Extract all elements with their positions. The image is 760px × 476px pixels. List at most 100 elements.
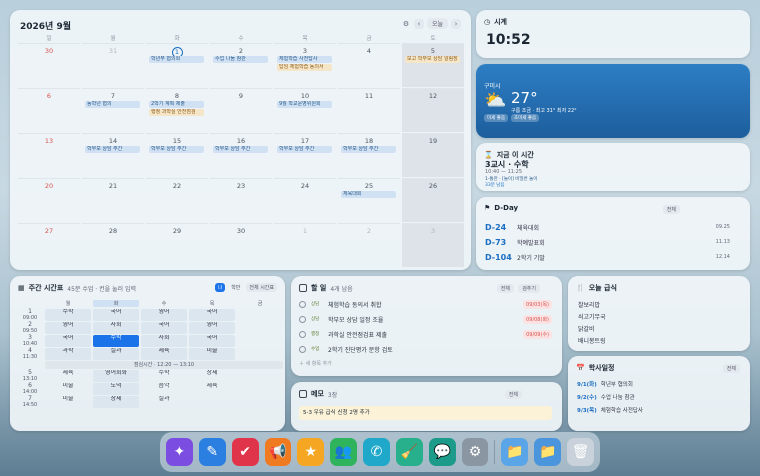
timetable-cell[interactable]: 미술 [189,348,235,360]
timetable-cell[interactable]: 실과 [141,396,187,408]
timetable-cell[interactable]: 체육 [45,370,91,382]
todo-item[interactable]: 상담 체험학습 동의서 취합 09/03(목) [299,298,552,310]
calendar-day[interactable]: 10 9월 학교운영위원회 [274,88,336,132]
calendar-day[interactable]: 1 [274,223,336,267]
calendar-day[interactable]: 2 [338,223,400,267]
timetable-cell[interactable]: 미술 [45,383,91,395]
calendar-day[interactable]: 18 학부모 상담 주간 [338,133,400,177]
timetable-cell[interactable] [237,370,283,382]
calendar-event[interactable]: 답임 체험학습 동의서 [277,64,332,71]
todo-all-button[interactable]: 전체 [496,284,514,293]
todo-item[interactable]: 상담 학부모 상담 일정 조율 09/08(화) [299,313,552,325]
todo-checkbox[interactable] [299,330,306,338]
calendar-day[interactable]: 15 학부모 상담 주간 [146,133,208,177]
timetable-cell[interactable]: 미술 [45,396,91,408]
calendar-day[interactable]: 22 [146,178,208,222]
timetable-cell[interactable]: 창체 [189,370,235,382]
calendar-day[interactable]: 7 동학년 협의 [82,88,144,132]
calendar-day[interactable]: 5 보고 학부모 상담 알림장 [402,43,464,87]
tab-all[interactable]: 전체 시간표 [246,283,277,292]
timetable-cell[interactable] [189,396,235,408]
timetable-cell[interactable] [237,335,283,347]
timetable-cell[interactable] [237,348,283,360]
calendar-day[interactable]: 25 체육대회 [338,178,400,222]
dday-item[interactable]: D-104 2학기 기말 12.14 [485,251,730,263]
prev-month-button[interactable]: ‹ [413,18,424,29]
calendar-day[interactable]: 13 [18,133,80,177]
settings-app-icon[interactable]: ⚙ [461,438,489,466]
next-month-button[interactable]: › [451,18,461,29]
timetable-cell[interactable]: 국어 [45,335,91,347]
calendar-day[interactable]: 3 [402,223,464,267]
calendar-event[interactable]: 학부모 상담 주간 [85,146,140,153]
star-app-icon[interactable]: ★ [297,438,325,466]
todo-checkbox[interactable] [299,300,306,308]
checklist-app-icon[interactable]: ✔ [231,438,259,466]
calendar-day[interactable]: 27 [18,223,80,267]
memo-all-button[interactable]: 전체 [504,390,522,399]
timetable-cell[interactable] [237,383,283,395]
calendar-day[interactable]: 29 [146,223,208,267]
calendar-event[interactable]: 학년부 협의회 [149,56,204,63]
timetable-cell[interactable]: 영어 [45,322,91,334]
calendar-event[interactable]: 9월 학교운영위원회 [277,101,332,108]
dday-all-button[interactable]: 전체 [662,205,680,214]
todo-checkbox[interactable] [299,315,306,323]
clean-app-icon[interactable]: 🧹 [395,438,423,466]
timetable-cell[interactable]: 수학 [141,370,187,382]
calendar-event[interactable]: 학부모 상담 주간 [149,146,204,153]
calendar-event[interactable]: 체험학습 사전답사 [277,56,332,63]
timetable-cell[interactable]: 도덕 [93,383,139,395]
calendar-event[interactable]: 체육대회 [341,191,396,198]
calendar-day[interactable]: 28 [82,223,144,267]
megaphone-app-icon[interactable]: 📢 [264,438,292,466]
calendar-day[interactable]: 31 [82,43,144,87]
calendar-event[interactable]: 수업 나눔 참관 [213,56,268,63]
folder-app-icon[interactable]: 📁 [501,438,529,466]
calendar-day[interactable]: 14 학부모 상담 주간 [82,133,144,177]
chat-app-icon[interactable]: 💬 [428,438,456,466]
schedule-all-button[interactable]: 전체 [722,364,740,373]
tab-class[interactable]: 학반 [228,283,243,292]
today-button[interactable]: 오늘 [426,18,448,29]
calendar-event[interactable]: 2학기 계획 제출 [149,101,204,108]
calendar-day[interactable]: 8 2학기 계획 제출 행정 과학실 안전점검 [146,88,208,132]
calendar-day[interactable]: 20 [18,178,80,222]
calendar-event[interactable]: 학부모 상담 주간 [213,146,268,153]
timetable-cell[interactable]: 실과 [93,348,139,360]
schedule-item[interactable]: 9/2(수) 수업 나눔 참관 [577,393,635,401]
calendar-day[interactable]: 1 학년부 협의회 [146,43,208,87]
calendar-day[interactable]: 3 체험학습 사전답사 답임 체험학습 동의서 [274,43,336,87]
calendar-event[interactable]: 보고 학부모 상담 알림장 [405,56,460,63]
timetable-cell[interactable] [237,309,283,321]
calendar-day[interactable]: 23 [210,178,272,222]
timetable-cell[interactable] [237,322,283,334]
ai-app-icon[interactable]: ✦ [166,438,193,466]
calendar-event[interactable]: 학부모 상담 주간 [277,146,332,153]
calendar-day[interactable]: 16 학부모 상담 주간 [210,133,272,177]
calendar-event[interactable]: 학부모 상담 주간 [341,146,396,153]
calendar-day[interactable]: 26 [402,178,464,222]
timetable-cell[interactable]: 영어 [189,322,235,334]
timetable-cell[interactable]: 국어 [189,335,235,347]
dday-item[interactable]: D-24 체육대회 09.25 [485,221,730,233]
todo-item[interactable]: 수업 2학기 진단평가 문항 검토 [299,343,552,355]
schedule-item[interactable]: 9/3(목) 체험학습 사전답사 [577,406,643,414]
calendar-day[interactable]: 6 [18,88,80,132]
calendar-day[interactable]: 30 [210,223,272,267]
timetable-cell[interactable] [237,396,283,408]
settings-icon[interactable]: ⚙ [401,19,411,29]
timetable-cell[interactable]: 사회 [141,335,187,347]
people-app-icon[interactable]: 👥 [330,438,358,466]
tab-mine[interactable]: 나 [214,283,226,292]
timetable-cell[interactable]: 영어회화 [93,370,139,382]
timetable-cell[interactable]: 수학 [93,335,139,347]
calendar-day[interactable]: 21 [82,178,144,222]
phone-app-icon[interactable]: ✆ [363,438,390,466]
calendar-day[interactable]: 4 [338,43,400,87]
calendar-day[interactable]: 17 학부모 상담 주간 [274,133,336,177]
timetable-cell[interactable]: 과학 [45,348,91,360]
timetable-cell[interactable]: 수학 [45,309,91,321]
add-todo-button[interactable]: ＋ 새 항목 추가 [299,360,332,367]
pen-app-icon[interactable]: ✎ [198,438,226,466]
